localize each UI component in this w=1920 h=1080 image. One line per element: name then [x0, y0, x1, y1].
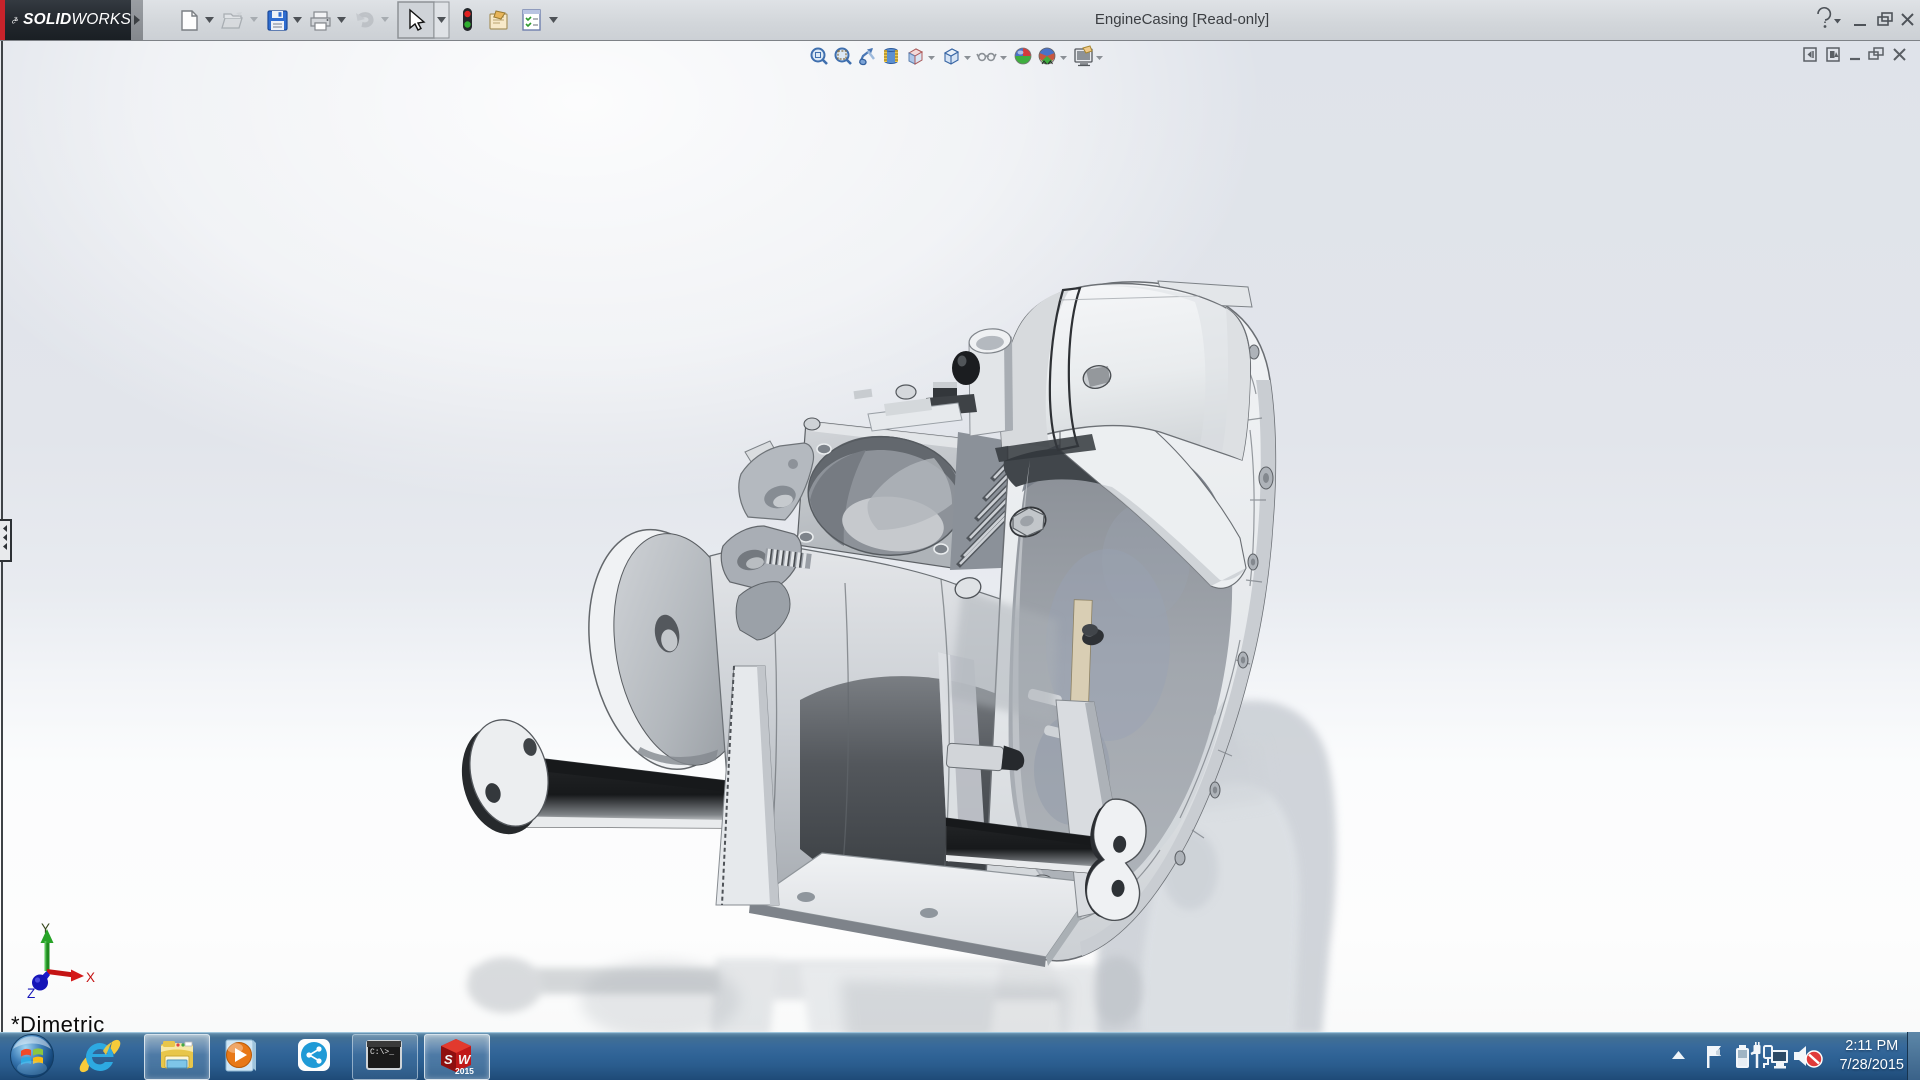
svg-text:S: S — [444, 1052, 453, 1067]
svg-text:C:\>_: C:\>_ — [370, 1048, 394, 1057]
svg-text:W: W — [458, 1052, 472, 1067]
svg-text:2015: 2015 — [455, 1066, 474, 1076]
svg-text:Z: Z — [27, 986, 35, 1001]
svg-text:X: X — [86, 970, 95, 985]
